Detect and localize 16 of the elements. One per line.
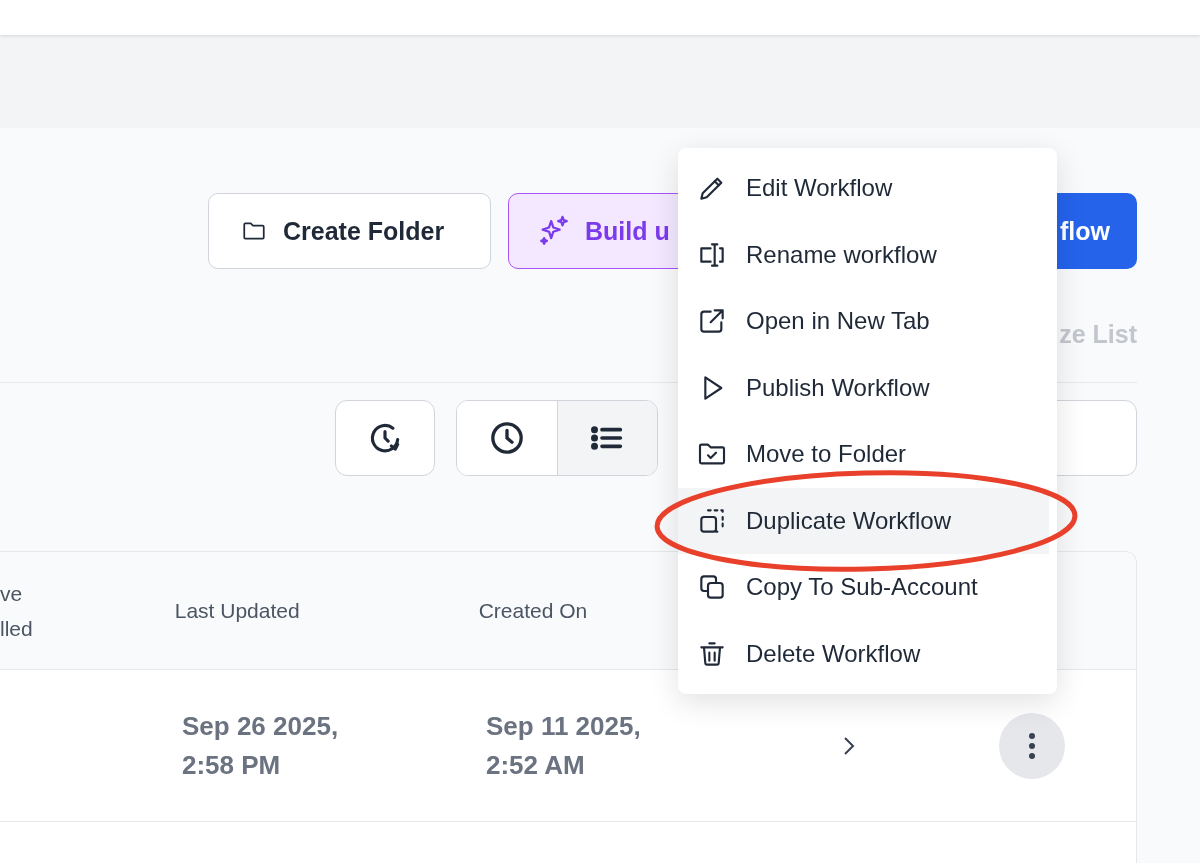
history-button[interactable] [335,400,435,476]
table-cell-text: Sep 11 2025, 2:52 AM [486,709,642,782]
column-header: Last Updated [174,598,301,624]
menu-item[interactable]: Delete Workflow [678,620,1049,687]
column-header: ve lled [0,580,33,642]
menu-item[interactable]: Open in New Tab [678,288,1049,355]
menu-item[interactable]: Publish Workflow [678,354,1049,421]
sparkle-icon [537,214,571,248]
menu-item[interactable]: Duplicate Workflow [678,487,1049,554]
create-folder-button[interactable]: Create Folder [208,193,491,269]
column-header: Created On [478,598,589,624]
menu-item[interactable]: Copy To Sub-Account [678,554,1049,621]
kebab-icon [1028,731,1036,760]
menu-item[interactable]: Move to Folder [678,421,1049,488]
table-cell-text: Sep 26 2025, 2:58 PM [182,709,340,782]
list-view-button[interactable] [556,401,657,475]
